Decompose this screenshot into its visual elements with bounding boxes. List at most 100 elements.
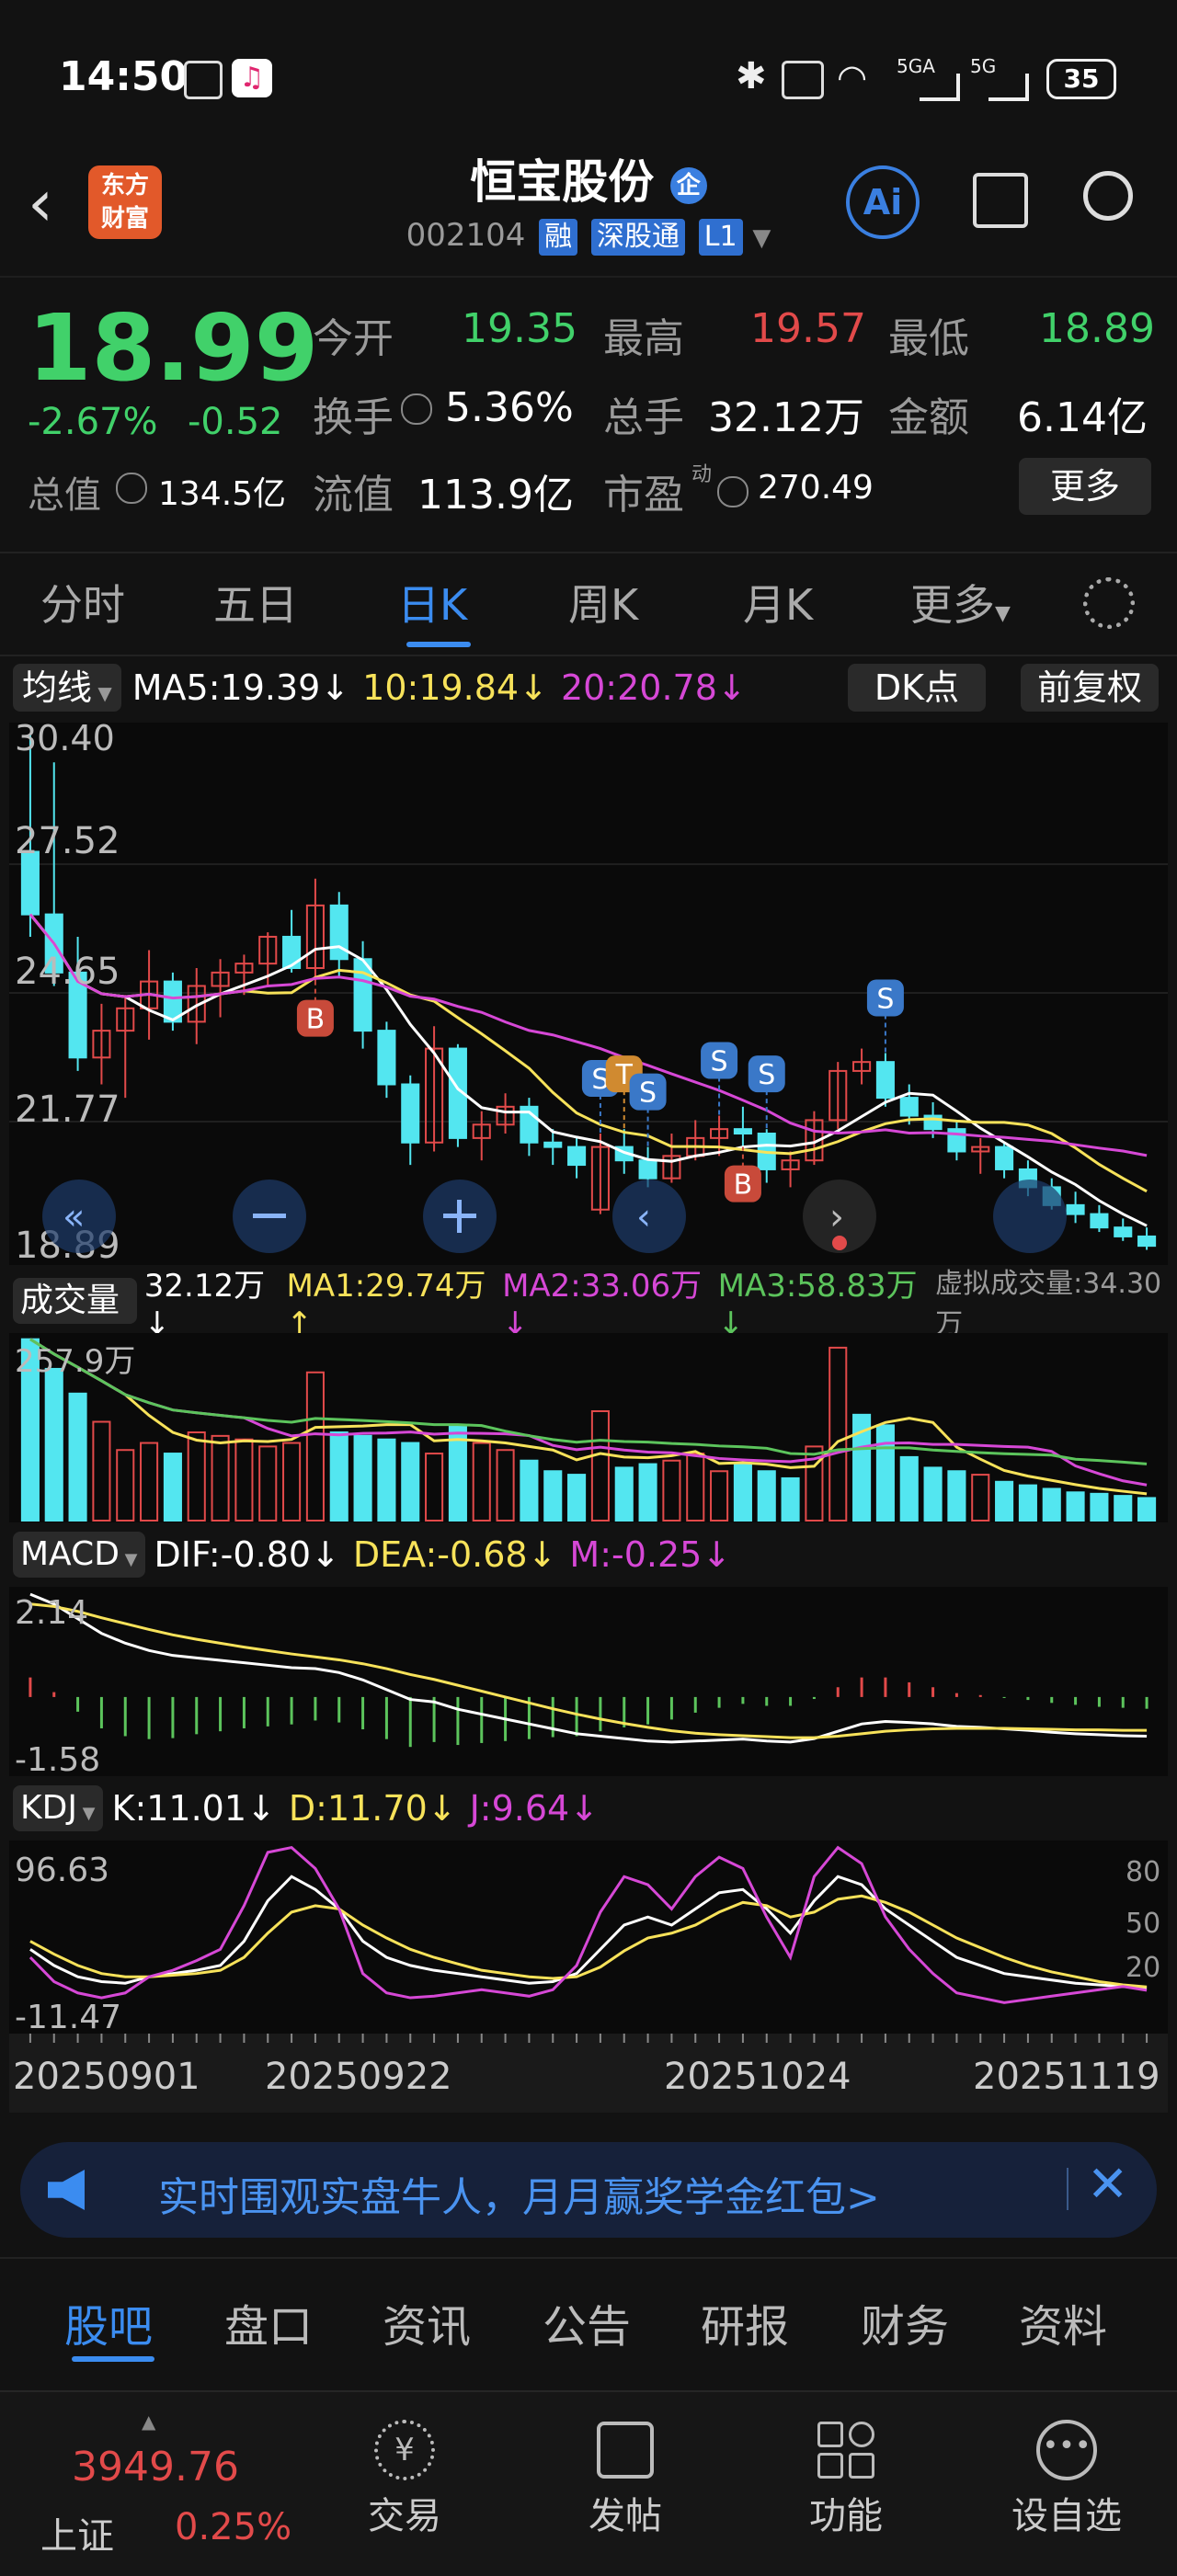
amount-value: 6.14亿 — [1017, 394, 1148, 441]
volume-bar — [614, 1466, 634, 1522]
cell-signal-icon-2 — [988, 74, 1029, 101]
volume-chart[interactable]: 257.9万 — [0, 1333, 1177, 1526]
tab-timeshare[interactable]: 分时 — [40, 572, 125, 633]
dock-functions[interactable]: 功能 — [772, 2401, 920, 2539]
tab-research[interactable]: 研报 — [701, 2290, 789, 2354]
tab-more[interactable]: 更多▼ — [910, 572, 1011, 633]
low-label: 最低 — [888, 315, 969, 362]
ma-selector[interactable]: 均线 ▼ — [13, 664, 121, 712]
volume-bar — [1137, 1497, 1157, 1522]
turnover-value: 5.36% — [445, 384, 574, 431]
mktcap-label: 总值 — [28, 474, 101, 517]
volume-bar — [1066, 1491, 1085, 1522]
pe-label: 市盈 — [603, 472, 684, 519]
scroll-right-fast-icon[interactable] — [993, 1180, 1067, 1253]
promo-banner[interactable]: 实时围观实盘牛人，月月赢奖学金红包> ✕ — [20, 2142, 1157, 2238]
macd-chart[interactable]: 2.14 -1.58 — [0, 1587, 1177, 1780]
kline-chart[interactable]: BSTSSBSS 30.40 27.52 24.65 21.77 18.89 «… — [0, 717, 1177, 1269]
trade-icon: ¥ — [374, 2420, 435, 2480]
more-button[interactable]: 更多 — [1019, 458, 1151, 515]
dock-add-watchlist[interactable]: ••• 设自选 — [993, 2401, 1140, 2539]
ma10-value: 10:19.84↓ — [362, 667, 548, 708]
dk-point-button[interactable]: DK点 — [848, 664, 986, 712]
tag-connect: 深股通 — [590, 219, 685, 256]
wifi-icon: ◠ — [837, 57, 868, 97]
volume-selector[interactable]: 成交量 ▼ — [13, 1278, 137, 1367]
float-value: 113.9亿 — [417, 472, 574, 519]
index-change: 0.25% — [175, 2506, 292, 2548]
volume-current: 32.12万↓ — [143, 1267, 266, 1342]
signal-label: B — [734, 1169, 753, 1202]
candle-body — [282, 935, 302, 969]
active-info-tab-indicator — [72, 2356, 154, 2362]
dropdown-icon: ▼ — [995, 602, 1011, 625]
period-tabs: 分时 五日 日K 周K 月K 更多▼ — [0, 552, 1177, 656]
dock-trade[interactable]: ¥ 交易 — [331, 2401, 478, 2539]
settings-gear-icon[interactable] — [1083, 577, 1135, 629]
tab-five-day[interactable]: 五日 — [213, 572, 298, 633]
status-bar: 14:50 ♫ ✱ ◠ 5GA 5G 35 — [0, 0, 1177, 156]
dock-post-label: 发帖 — [588, 2495, 662, 2537]
share-icon[interactable] — [973, 173, 1028, 228]
high-value: 19.57 — [750, 305, 866, 352]
kdj-chart[interactable]: 96.63 -11.47 80 50 20 20250901 20250922 … — [0, 1841, 1177, 2116]
close-icon[interactable]: ✕ — [1087, 2155, 1128, 2213]
candle-body — [875, 1061, 895, 1100]
info-tabs: 股吧 盘口 资讯 公告 研报 财务 资料 — [0, 2257, 1177, 2369]
dock-functions-label: 功能 — [809, 2495, 883, 2537]
tab-profile[interactable]: 资料 — [1019, 2290, 1107, 2354]
more-dots-icon: ••• — [1036, 2420, 1097, 2480]
kdj-selector[interactable]: KDJ ▼ — [13, 1785, 103, 1831]
index-ticker[interactable]: ▲ 3949.76 上证 0.25% — [40, 2411, 316, 2567]
volume-value: 32.12万 — [708, 394, 864, 441]
vibrate-icon — [782, 61, 824, 99]
macd-selector[interactable]: MACD ▼ — [13, 1532, 145, 1578]
info-icon[interactable] — [717, 476, 748, 507]
quote-panel: 18.99 -2.67% -0.52 今开 19.35 最高 19.57 最低 … — [0, 276, 1177, 544]
open-value: 19.35 — [462, 305, 577, 352]
signal-label: B — [306, 1004, 326, 1036]
tab-announcements[interactable]: 公告 — [543, 2290, 631, 2354]
right-glyph: › — [829, 1196, 844, 1238]
volume-bar — [353, 1434, 372, 1522]
volume-bar — [377, 1438, 396, 1522]
candle-body — [899, 1097, 919, 1117]
tab-more-label: 更多 — [910, 580, 995, 630]
volume-bar — [757, 1470, 776, 1522]
tab-news[interactable]: 资讯 — [383, 2290, 471, 2354]
macd-y-top: 2.14 — [15, 1594, 88, 1632]
minus-glyph — [253, 1214, 286, 1218]
virtual-volume: 虚拟成交量:34.30万 — [935, 1268, 1162, 1340]
ai-assistant-icon[interactable]: Ai — [846, 165, 920, 239]
volume-bar — [781, 1476, 800, 1522]
date-label-1: 20250901 — [13, 2056, 200, 2098]
turnover-label: 换手 — [313, 394, 394, 441]
volume-bar — [1090, 1492, 1109, 1522]
info-icon[interactable] — [116, 473, 147, 504]
dock-post[interactable]: 发帖 — [552, 2401, 699, 2539]
tab-monthly-k[interactable]: 月K — [743, 572, 813, 633]
tab-weekly-k[interactable]: 周K — [568, 572, 638, 633]
volume-bar — [947, 1470, 966, 1522]
candle-body — [995, 1146, 1014, 1170]
candle-body — [638, 1159, 657, 1180]
kdj-k: K:11.01↓ — [111, 1788, 276, 1829]
price-adjust-button[interactable]: 前复权 — [1021, 664, 1159, 712]
macd-legend: MACD ▼ DIF:-0.80↓ DEA:-0.68↓ M:-0.25↓ — [13, 1530, 1171, 1579]
candle-body — [543, 1141, 563, 1148]
volume-bar — [329, 1431, 349, 1522]
volume-ma1: MA1:29.74万↑ — [286, 1267, 486, 1342]
tab-orderbook[interactable]: 盘口 — [224, 2290, 313, 2354]
tab-financials[interactable]: 财务 — [861, 2290, 949, 2354]
music-app-icon: ♫ — [232, 59, 272, 97]
info-icon[interactable] — [401, 393, 432, 425]
tab-forum[interactable]: 股吧 — [64, 2290, 153, 2354]
chevron-down-icon: ▼ — [752, 224, 771, 252]
volume-ma3: MA3:58.83万↓ — [717, 1267, 918, 1342]
edit-icon — [597, 2422, 654, 2479]
tab-daily-k[interactable]: 日K — [397, 572, 467, 633]
tag-margin: 融 — [539, 219, 578, 256]
pe-value: 270.49 — [758, 469, 874, 507]
search-icon[interactable] — [1083, 171, 1133, 221]
active-tab-indicator — [406, 642, 471, 647]
